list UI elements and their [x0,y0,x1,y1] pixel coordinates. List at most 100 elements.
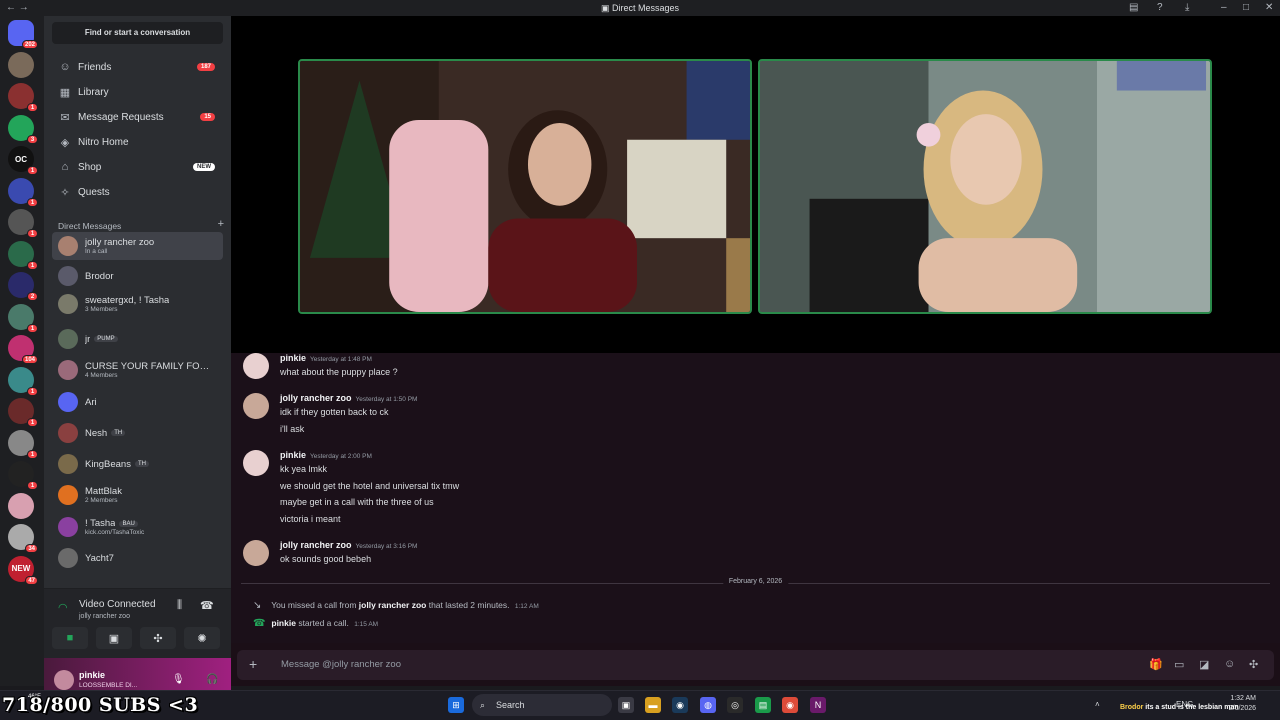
gift-icon[interactable]: 🎁 [1149,658,1163,671]
avatar[interactable] [243,353,269,379]
dm-text: sweatergxd, ! Tasha 3 Members [85,295,169,313]
message-group[interactable]: jolly rancher zoo Yesterday at 1:50 PM idk… [243,393,943,445]
dm-item[interactable]: MattBlak 2 Members [52,481,223,509]
steam-icon[interactable]: ◉ [672,697,688,713]
server-avatar[interactable]: 1 [8,429,38,459]
task-view-icon[interactable]: ▣ [618,697,634,713]
soundboard-button[interactable]: ✺ [184,627,220,649]
discord-taskbar-icon[interactable]: ◍ [700,697,716,713]
message-author[interactable]: jolly rancher zoo [280,540,352,550]
user-avatar[interactable] [54,670,74,690]
disconnect-icon[interactable]: ☎ [200,599,214,612]
message-header: jolly rancher zoo Yesterday at 3:16 PM [280,540,417,550]
user-name[interactable]: pinkie [79,670,105,680]
server-avatar[interactable]: 1 [8,303,38,333]
message-group[interactable]: pinkie Yesterday at 2:00 PM kk yea lmkk we … [243,450,943,534]
avatar[interactable] [243,393,269,419]
dm-item[interactable]: ! Tasha BAU kick.com/TashaToxic [52,513,223,541]
unread-badge: 1 [27,166,38,175]
dm-item[interactable]: CURSE YOUR FAMILY FOR T... 4 Members [52,356,223,384]
find-conversation-button[interactable]: Find or start a conversation [52,22,223,44]
file-explorer-icon[interactable]: ▬ [645,697,661,713]
server-icon[interactable]: NEW 47 [8,555,38,585]
message-author[interactable]: jolly rancher zoo [280,393,352,403]
nav-nitro-home[interactable]: ◈ Nitro Home [52,131,223,153]
tray-chevron-icon[interactable]: ˄ [1095,700,1100,709]
avatar[interactable] [243,540,269,566]
server-avatar[interactable]: 1 [8,83,38,112]
apps-icon[interactable]: ✣ [1249,658,1258,671]
connection-icon[interactable]: ◠ [58,601,68,614]
video-tile-jolly-rancher-zoo[interactable] [298,59,752,314]
download-icon[interactable]: ⤓ [1185,2,1189,13]
dm-item[interactable]: KingBeans TH [52,450,223,478]
start-icon[interactable]: ⊞ [448,697,464,713]
server-avatar[interactable]: 1 [8,461,38,490]
maximize-icon[interactable]: □ [1243,2,1249,13]
message-composer[interactable]: + Message @jolly rancher zoo 🎁 ▭ ◪ ☺ ✣ [237,650,1274,680]
dm-item[interactable]: Nesh TH [52,419,223,447]
message-group[interactable]: pinkie Yesterday at 1:48 PM what about the… [243,353,943,389]
close-icon[interactable]: ✕ [1265,2,1273,13]
message-author[interactable]: pinkie [280,450,306,460]
dm-item[interactable]: sweatergxd, ! Tasha 3 Members [52,290,223,318]
gif-icon[interactable]: ▭ [1174,658,1184,671]
dm-item[interactable]: Yacht7 [52,544,223,572]
microphone-icon[interactable]: 🎙 [172,674,185,685]
nav-friends[interactable]: ☺ Friends 187 [52,56,223,78]
camera-button[interactable]: ■ [52,627,88,649]
screen-share-button[interactable]: ▣ [96,627,132,649]
taskbar-search[interactable]: ⌕ Search [472,694,612,716]
server-icon[interactable]: OC 1 [8,146,38,175]
help-icon[interactable]: ? [1157,2,1163,13]
minimize-icon[interactable]: – [1221,2,1227,13]
attach-plus-icon[interactable]: + [249,656,257,672]
discord-home-icon[interactable]: 202 [8,20,38,49]
message-timestamp: Yesterday at 2:00 PM [310,453,372,460]
message-group[interactable]: jolly rancher zoo Yesterday at 3:16 PM ok … [243,540,943,576]
unread-badge: 1 [27,229,38,238]
activities-button[interactable]: ✣ [140,627,176,649]
clan-tag: BAU [119,520,138,527]
avatar[interactable] [243,450,269,476]
noise-suppression-icon[interactable]: ⫼ [177,599,182,612]
chrome-icon[interactable]: ◉ [782,697,798,713]
app-icon[interactable]: ▤ [755,697,771,713]
server-icon[interactable]: 2 [8,272,38,301]
message-input[interactable]: Message @jolly rancher zoo [281,659,401,670]
avatar [58,454,78,474]
server-avatar[interactable] [8,492,34,519]
headphones-icon[interactable]: 🎧 [206,674,218,685]
nav-library[interactable]: ▦ Library [52,81,223,103]
server-avatar[interactable]: 34 [8,524,38,553]
call-started-author[interactable]: pinkie [271,618,296,628]
nav-quests[interactable]: ✧ Quests [52,181,223,203]
dm-item[interactable]: Brodor [52,262,223,290]
nav-shop[interactable]: ⌂ Shop NEW [52,156,223,178]
server-avatar[interactable]: 1 [8,177,38,207]
server-avatar[interactable]: 1 [8,209,38,238]
message-author[interactable]: pinkie [280,353,306,363]
server-avatar[interactable]: 1 [8,398,38,427]
avatar [58,329,78,349]
discord-icon[interactable]: 3 [8,114,38,144]
dm-text: Nesh TH [85,428,126,439]
dm-text: Brodor [85,271,114,282]
server-avatar[interactable]: 104 [8,335,38,364]
video-tile-pinkie[interactable] [758,59,1212,314]
server-avatar[interactable]: 1 [8,240,38,270]
dm-item[interactable]: jr PUMP [52,325,223,353]
emoji-icon[interactable]: ☺ [1224,658,1235,670]
sticker-icon[interactable]: ◪ [1199,658,1209,671]
inbox-icon[interactable]: ▤ [1129,2,1138,13]
next-app-icon[interactable]: N [810,697,826,713]
server-avatar[interactable] [8,51,34,78]
voice-channel[interactable]: jolly rancher zoo [79,613,130,620]
create-dm-icon[interactable]: + [218,218,224,231]
server-avatar[interactable]: 1 [8,366,38,396]
missed-call-author[interactable]: jolly rancher zoo [359,600,427,610]
nav-message-requests[interactable]: ✉ Message Requests 15 [52,106,223,128]
dm-item[interactable]: jolly rancher zoo In a call [52,232,223,260]
dm-item[interactable]: Ari [52,388,223,416]
obs-icon[interactable]: ◎ [727,697,743,713]
